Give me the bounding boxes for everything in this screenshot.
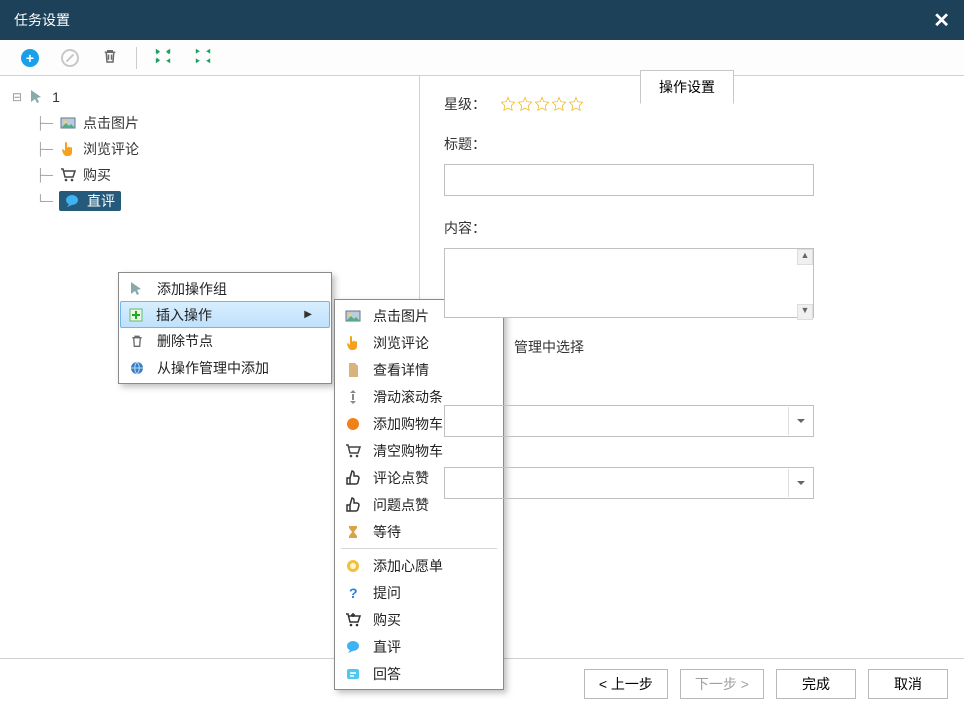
star-icon[interactable] [500,96,516,112]
svg-text:?: ? [349,585,358,601]
titlebar: 任务设置 ✕ [0,0,964,40]
dialog-title: 任务设置 [14,10,70,30]
prev-button[interactable]: < 上一步 [584,669,668,699]
scroll-down-button[interactable]: ▼ [797,304,813,320]
title-row: 标题： [444,134,940,154]
tree-item-buy[interactable]: ├─ 购买 [12,162,419,188]
scroll-icon [343,387,363,407]
chevron-down-icon [788,407,812,435]
globe-icon [127,358,147,378]
pointer-icon [59,140,77,158]
thumb-icon [343,468,363,488]
doc-icon [343,360,363,380]
rating-stars[interactable] [500,96,584,112]
tree-pane: ⊟ 1 ├─ 点击图片 ├─ 浏览评论 ├─ 购买 └─ [0,76,420,658]
tree-item-label: 浏览评论 [83,139,139,159]
menu-add-from-manager[interactable]: 从操作管理中添加 [121,354,329,381]
cartplus-icon [343,610,363,630]
scroll-up-button[interactable]: ▲ [797,249,813,265]
tree-root[interactable]: ⊟ 1 [12,84,419,110]
star-icon[interactable] [551,96,567,112]
thumb-icon [343,495,363,515]
hourglass-icon [343,522,363,542]
trash-icon [101,47,119,68]
globe-icon [343,556,363,576]
expand-icon [155,48,171,67]
close-button[interactable]: ✕ [933,8,950,33]
menu-delete-node[interactable]: 删除节点 [121,327,329,354]
chevron-down-icon [788,469,812,497]
title-input[interactable] [444,164,814,196]
main-area: ⊟ 1 ├─ 点击图片 ├─ 浏览评论 ├─ 购买 └─ [0,76,964,659]
star-icon[interactable] [534,96,550,112]
tree-item-browse-reviews[interactable]: ├─ 浏览评论 [12,136,419,162]
combo-2[interactable] [444,467,814,499]
forbidden-icon [61,49,79,67]
content-label: 内容： [444,218,500,238]
tree-item-label: 点击图片 [83,113,139,133]
next-button: 下一步 > [680,669,764,699]
tree-item-label: 直评 [87,191,115,211]
menu-insert-action[interactable]: 插入操作 ▶ [120,301,330,328]
tree-item-direct-review[interactable]: └─ 直评 [12,188,419,214]
answer-icon [343,664,363,684]
submenu-item-label: 购买 [373,610,401,630]
menu-item-label: 从操作管理中添加 [157,358,269,378]
plus-icon: + [21,49,39,67]
trash-icon [127,331,147,351]
tree-item-label: 购买 [83,165,111,185]
disabled-button [50,40,90,76]
collapse-icon [195,48,211,67]
cursor-icon [127,279,147,299]
title-label: 标题： [444,134,500,154]
tree-item-click-image[interactable]: ├─ 点击图片 [12,110,419,136]
image-icon [343,306,363,326]
tree-root-label: 1 [52,89,60,105]
context-menu: 添加操作组 插入操作 ▶ 删除节点 从操作管理中添加 [118,272,332,384]
toolbar: + [0,40,964,76]
content-textarea[interactable] [444,248,814,318]
bubble-icon [343,637,363,657]
cancel-button[interactable]: 取消 [868,669,948,699]
menu-item-label: 删除节点 [157,331,213,351]
expand-all-button[interactable] [143,40,183,76]
menu-item-label: 添加操作组 [157,279,227,299]
menu-item-label: 插入操作 [156,305,212,325]
star-icon[interactable] [517,96,533,112]
hint-text: 管理中选择 [514,337,940,357]
insert-icon [126,305,146,325]
rating-label: 星级： [444,94,500,114]
submenu-item[interactable]: 回答 [337,660,501,687]
tab-operation-settings[interactable]: 操作设置 [640,70,734,104]
tabs: 操作设置 [640,70,734,104]
content-row: 内容： [444,218,940,238]
submenu-item-label: 回答 [373,664,401,684]
combo-1[interactable] [444,405,814,437]
cursor-icon [28,88,46,106]
tree: ⊟ 1 ├─ 点击图片 ├─ 浏览评论 ├─ 购买 └─ [12,84,419,214]
submenu-arrow-icon: ▶ [304,309,312,320]
ball-icon [343,414,363,434]
submenu-item-label: 等待 [373,522,401,542]
separator [136,47,137,69]
submenu-item-label: 提问 [373,583,401,603]
content-textarea-wrap: ▲ ▼ [444,248,814,321]
collapse-all-button[interactable] [183,40,223,76]
submenu-item-label: 直评 [373,637,401,657]
pointer-icon [343,333,363,353]
menu-add-group[interactable]: 添加操作组 [121,275,329,302]
chat-bubble-icon [63,192,81,210]
cart-icon [59,166,77,184]
image-icon [59,114,77,132]
star-icon[interactable] [568,96,584,112]
cart-icon [343,441,363,461]
add-button[interactable]: + [10,40,50,76]
question-icon: ? [343,583,363,603]
finish-button[interactable]: 完成 [776,669,856,699]
settings-pane: 操作设置 星级： 标题： 内容： ▲ ▼ 管理中选择 [420,76,964,658]
delete-button[interactable] [90,40,130,76]
